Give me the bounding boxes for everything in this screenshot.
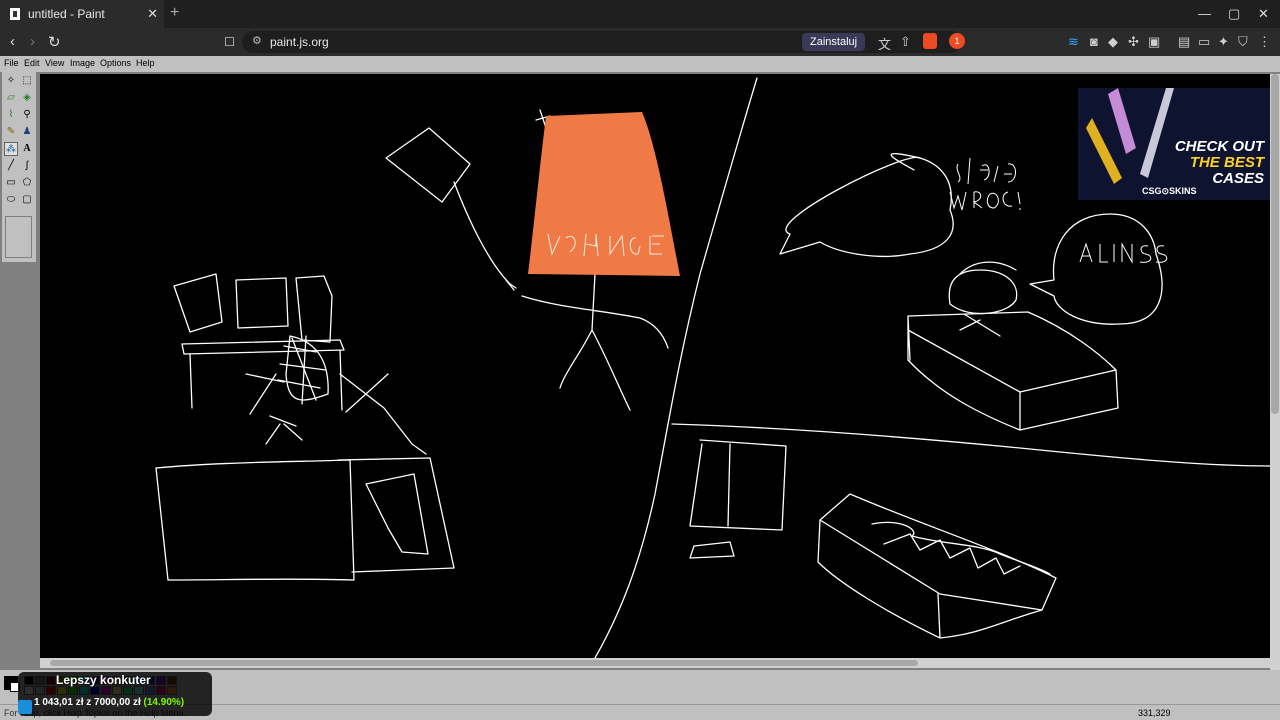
brave-rewards-badge[interactable]: 1 xyxy=(949,33,965,49)
menu-view[interactable]: View xyxy=(45,58,64,68)
cabinet-right xyxy=(689,439,787,531)
paint-favicon-icon xyxy=(10,8,20,20)
window-close-button[interactable]: ✕ xyxy=(1258,6,1269,22)
vpn-shield-icon[interactable]: ⛉ xyxy=(1238,34,1248,50)
horizontal-scroll-thumb[interactable] xyxy=(50,660,918,666)
share-icon[interactable]: ⇧ xyxy=(900,34,911,50)
menu-edit[interactable]: Edit xyxy=(24,58,40,68)
curve-tool[interactable]: ∫ xyxy=(20,159,34,173)
browser-tab[interactable]: untitled - Paint ✕ xyxy=(0,0,164,28)
kite-string xyxy=(453,181,511,285)
browser-tab-strip: untitled - Paint ✕ + — ▢ ✕ xyxy=(0,0,1280,28)
ad-line-2: THE BEST xyxy=(1189,154,1264,171)
vertical-scroll-thumb[interactable] xyxy=(1271,74,1279,414)
speech-bubble-1-frame xyxy=(890,153,921,171)
brush-tool[interactable]: ♟ xyxy=(20,125,34,139)
monitor-right xyxy=(295,275,333,343)
menu-options[interactable]: Options xyxy=(100,58,131,68)
free-form-select-tool[interactable]: ✧ xyxy=(4,74,18,88)
cursor-coordinates: 331,329 xyxy=(1138,708,1171,718)
airbrush-tool[interactable]: ⁂ xyxy=(4,142,18,156)
polygon-tool[interactable]: ⬠ xyxy=(20,176,34,190)
csgo-skins-ad[interactable]: CHECK OUT THE BEST CASES CSG⊙SKINS xyxy=(1078,88,1270,200)
eraser-tool[interactable]: ▱ xyxy=(4,91,18,105)
wallet-icon[interactable]: ▭ xyxy=(1198,34,1210,50)
donation-goal-title: Lepszy konkuter xyxy=(56,673,151,687)
rectangle-tool[interactable]: ▭ xyxy=(4,176,18,190)
donation-goal-icon xyxy=(18,700,32,714)
extension-4-icon[interactable]: ▣ xyxy=(1148,34,1160,50)
screen: untitled - Paint ✕ + — ▢ ✕ ‹ › ↻ ☐ ⚙ pai… xyxy=(0,0,1280,720)
speech-bubble-2 xyxy=(1029,213,1163,325)
scribble-bed xyxy=(871,521,1051,575)
brave-shields-icon[interactable] xyxy=(923,33,937,49)
url-text: paint.js.org xyxy=(270,35,329,49)
reload-icon[interactable]: ↻ xyxy=(48,33,61,51)
window-maximize-button[interactable]: ▢ xyxy=(1228,6,1240,22)
install-app-button[interactable]: Zainstaluj xyxy=(802,33,866,51)
person-right xyxy=(948,261,1018,337)
ad-line-1: CHECK OUT xyxy=(1174,138,1264,155)
rect-select-tool[interactable]: ⬚ xyxy=(20,74,34,88)
bookmark-icon[interactable]: ☐ xyxy=(224,35,235,49)
paint-menubar: File Edit View Image Options Help xyxy=(0,56,1280,72)
tab-title: untitled - Paint xyxy=(28,7,105,21)
leo-ai-icon[interactable]: ✦ xyxy=(1218,34,1229,50)
bed-right xyxy=(907,311,1119,431)
extensions-puzzle-icon[interactable]: ✣ xyxy=(1128,34,1139,50)
address-bar[interactable]: ⚙ paint.js.org Zainstaluj 文 ⇧ 1 xyxy=(242,31,965,53)
desk xyxy=(181,339,345,411)
ellipse-tool[interactable]: ⬭ xyxy=(4,193,18,207)
extension-2-icon[interactable]: ◙ xyxy=(1090,34,1098,49)
cabinet-divider xyxy=(727,443,731,527)
new-tab-button[interactable]: + xyxy=(170,4,179,22)
monitor-left xyxy=(173,273,223,333)
menu-file[interactable]: File xyxy=(4,58,19,68)
wall-line-left xyxy=(339,373,427,455)
bed-left xyxy=(155,457,455,581)
line-tool[interactable]: ╱ xyxy=(4,159,18,173)
small-box xyxy=(689,541,735,559)
browser-menu-icon[interactable]: ⋮ xyxy=(1258,34,1271,50)
tab-close-icon[interactable]: ✕ xyxy=(147,6,158,22)
window-minimize-button[interactable]: — xyxy=(1198,6,1211,21)
magnifier-tool[interactable]: ⚲ xyxy=(20,108,34,122)
menu-image[interactable]: Image xyxy=(70,58,95,68)
ad-brand-logo: CSG⊙SKINS xyxy=(1142,186,1197,196)
sidebar-icon[interactable]: ▤ xyxy=(1178,34,1190,50)
extension-1-icon[interactable]: ≋ xyxy=(1068,34,1079,50)
speech-bubble-1 xyxy=(779,156,954,257)
orange-sign xyxy=(528,112,680,276)
translate-icon[interactable]: 文 xyxy=(878,34,891,53)
tool-options-box[interactable] xyxy=(5,216,32,258)
monitor-middle xyxy=(235,277,289,329)
forward-arrow-icon[interactable]: › xyxy=(30,33,35,50)
rounded-rect-tool[interactable]: ▢ xyxy=(20,193,34,207)
fill-tool[interactable]: ◈ xyxy=(20,91,34,105)
menu-help[interactable]: Help xyxy=(136,58,155,68)
text-tool[interactable]: A xyxy=(20,142,34,156)
pencil-tool[interactable]: ✎ xyxy=(4,125,18,139)
back-arrow-icon[interactable]: ‹ xyxy=(10,33,15,50)
site-settings-icon[interactable]: ⚙ xyxy=(252,34,262,47)
ad-line-3: CASES xyxy=(1212,170,1264,187)
horizontal-scrollbar[interactable] xyxy=(40,658,1270,668)
floor-line xyxy=(671,423,1270,467)
browser-toolbar: ‹ › ↻ ☐ ⚙ paint.js.org Zainstaluj 文 ⇧ 1 … xyxy=(0,28,1280,56)
pillow-left xyxy=(365,473,429,555)
vertical-scrollbar[interactable] xyxy=(1270,74,1280,670)
extension-3-icon[interactable]: ◆ xyxy=(1108,34,1118,50)
color-picker-tool[interactable]: ⌇ xyxy=(4,108,18,122)
donation-goal-amount: 1 043,01 zł z 7000,00 zł (14.90%) xyxy=(34,697,185,708)
stick-figure xyxy=(505,273,669,411)
